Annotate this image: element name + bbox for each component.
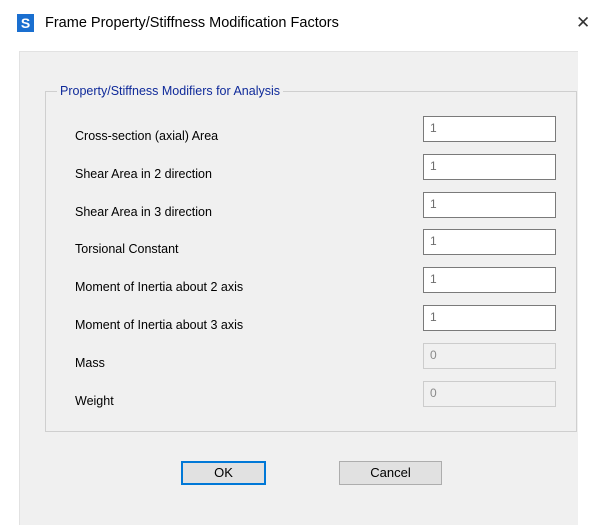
- label-weight: Weight: [75, 394, 114, 408]
- torsional-constant-input[interactable]: 1: [423, 229, 556, 255]
- close-icon[interactable]: ✕: [576, 13, 596, 33]
- groupbox-title: Property/Stiffness Modifiers for Analysi…: [57, 83, 283, 99]
- label-mass: Mass: [75, 356, 105, 370]
- cross-section-area-input[interactable]: 1: [423, 116, 556, 142]
- shear-area-3-input[interactable]: 1: [423, 192, 556, 218]
- moment-inertia-2-input[interactable]: 1: [423, 267, 556, 293]
- moment-inertia-3-input[interactable]: 1: [423, 305, 556, 331]
- weight-input: 0: [423, 381, 556, 407]
- label-moment-inertia-3: Moment of Inertia about 3 axis: [75, 318, 244, 332]
- modifiers-groupbox: Property/Stiffness Modifiers for Analysi…: [45, 83, 577, 432]
- label-shear-area-3: Shear Area in 3 direction: [75, 205, 212, 219]
- label-moment-inertia-2: Moment of Inertia about 2 axis: [75, 280, 244, 294]
- ok-button[interactable]: OK: [181, 461, 266, 485]
- app-logo-icon: S: [17, 14, 34, 32]
- shear-area-2-input[interactable]: 1: [423, 154, 556, 180]
- mass-input: 0: [423, 343, 556, 369]
- label-torsional-constant: Torsional Constant: [75, 242, 179, 256]
- label-cross-section-area: Cross-section (axial) Area: [75, 129, 219, 143]
- title-bar: S Frame Property/Stiffness Modification …: [0, 0, 597, 50]
- label-shear-area-2: Shear Area in 2 direction: [75, 167, 212, 181]
- dialog-body: Property/Stiffness Modifiers for Analysi…: [19, 51, 578, 525]
- window-title: Frame Property/Stiffness Modification Fa…: [45, 15, 339, 31]
- cancel-button[interactable]: Cancel: [339, 461, 442, 485]
